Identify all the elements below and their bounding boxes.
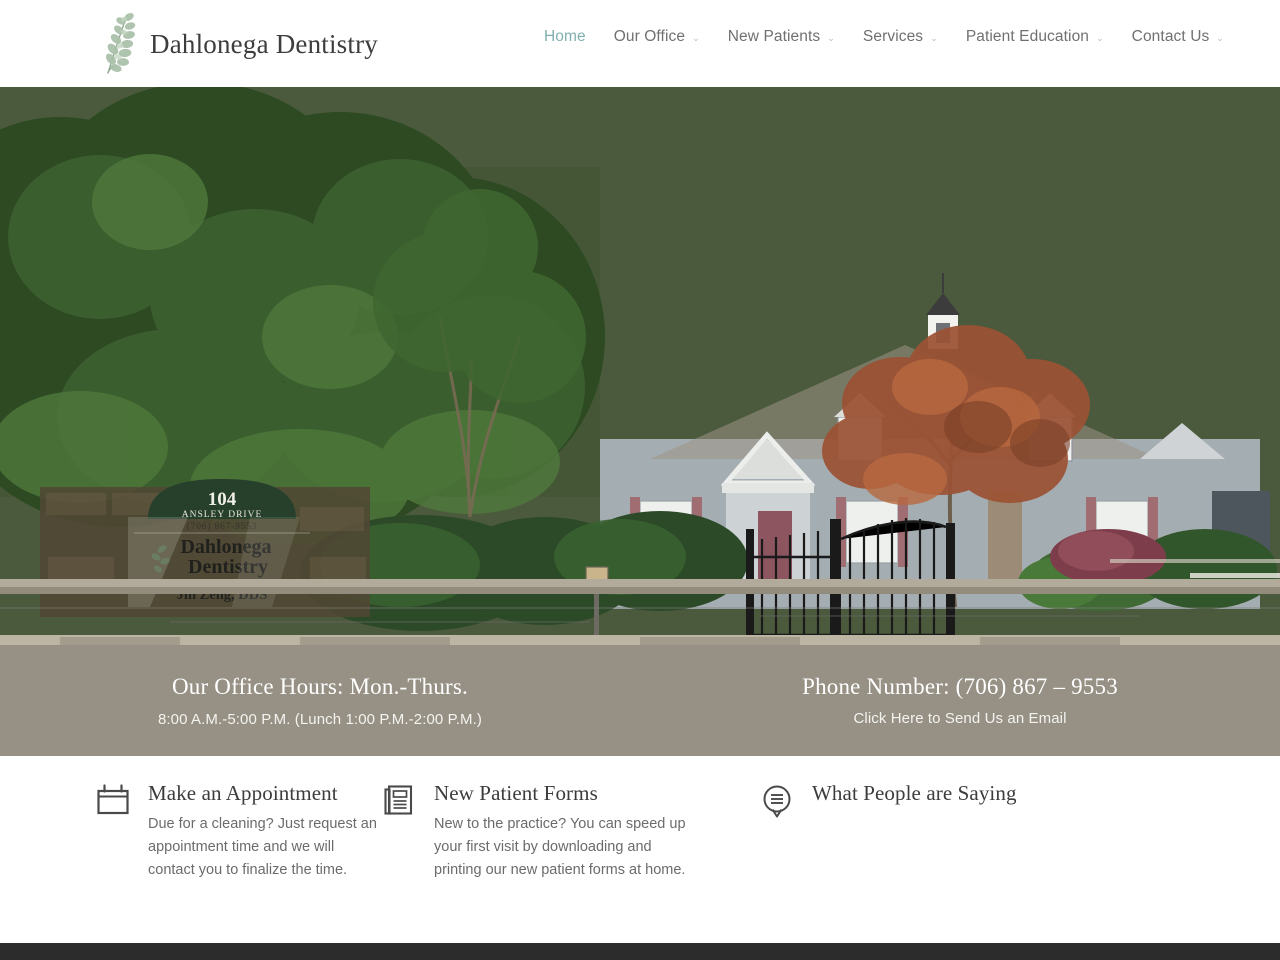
speech-bubble-icon: [760, 784, 794, 818]
leaf-branch-icon: [96, 9, 144, 79]
documents-icon: [382, 784, 416, 818]
nav-item-home[interactable]: Home: [530, 28, 600, 46]
hero-photo: 104 ANSLEY DRIVE (706) 867-9553 Dahloneg…: [0, 87, 1280, 645]
office-info-band: Our Office Hours: Mon.-Thurs. 8:00 A.M.-…: [0, 645, 1280, 756]
feature-card-testimonials[interactable]: What People are Saying: [760, 780, 1140, 943]
feature-card-new-patient-forms[interactable]: New Patient Forms New to the practice? Y…: [380, 780, 760, 943]
nav-item-patient-education[interactable]: Patient Education ⌄: [952, 28, 1118, 46]
main-navigation: Home Our Office ⌄ New Patients ⌄ Service…: [530, 28, 1238, 46]
nav-label: New Patients: [727, 28, 821, 45]
svg-text:(706) 867-9553: (706) 867-9553: [187, 521, 258, 532]
feature-title: Make an Appointment: [148, 781, 338, 805]
feature-body: New Patient Forms New to the practice? Y…: [434, 780, 760, 882]
site-logo[interactable]: Dahlonega Dentistry: [96, 8, 378, 80]
svg-text:104: 104: [208, 489, 237, 510]
feature-body: What People are Saying: [812, 780, 1140, 813]
site-header: Dahlonega Dentistry Home Our Office ⌄ Ne…: [0, 0, 1280, 87]
chevron-down-icon: ⌄: [930, 32, 938, 43]
nav-item-contact-us[interactable]: Contact Us ⌄: [1118, 28, 1238, 46]
hero-banner: 104 ANSLEY DRIVE (706) 867-9553 Dahloneg…: [0, 87, 1280, 645]
site-footer: [0, 943, 1280, 960]
feature-body: Make an Appointment Due for a cleaning? …: [148, 780, 380, 882]
phone-column: Phone Number: (706) 867 – 9553 Click Her…: [640, 673, 1280, 729]
phone-number-heading: Phone Number: (706) 867 – 9553: [802, 673, 1118, 699]
chevron-down-icon: ⌄: [692, 32, 700, 43]
feature-title: What People are Saying: [812, 781, 1017, 805]
nav-label: Home: [543, 28, 586, 45]
office-hours-detail: 8:00 A.M.-5:00 P.M. (Lunch 1:00 P.M.-2:0…: [157, 710, 483, 728]
feature-title: New Patient Forms: [434, 781, 598, 805]
calendar-icon: [96, 784, 130, 818]
nav-label: Our Office: [613, 28, 686, 45]
feature-text: Due for a cleaning? Just request an appo…: [148, 816, 377, 879]
nav-item-our-office[interactable]: Our Office ⌄: [600, 28, 714, 46]
office-hours-column: Our Office Hours: Mon.-Thurs. 8:00 A.M.-…: [0, 673, 640, 728]
nav-label: Services: [862, 28, 924, 45]
nav-item-services[interactable]: Services ⌄: [849, 28, 952, 46]
send-email-link[interactable]: Click Here to Send Us an Email: [853, 710, 1066, 727]
office-hours-heading: Our Office Hours: Mon.-Thurs.: [171, 674, 469, 700]
chevron-down-icon: ⌄: [1216, 32, 1224, 43]
feature-cards: Make an Appointment Due for a cleaning? …: [0, 756, 1280, 943]
feature-card-appointment[interactable]: Make an Appointment Due for a cleaning? …: [0, 780, 380, 943]
feature-text: New to the practice? You can speed up yo…: [434, 816, 686, 879]
nav-label: Patient Education: [965, 28, 1090, 45]
chevron-down-icon: ⌄: [1096, 32, 1104, 43]
chevron-down-icon: ⌄: [827, 32, 835, 43]
logo-wordmark: Dahlonega Dentistry: [150, 28, 378, 59]
nav-label: Contact Us: [1131, 28, 1210, 45]
nav-item-new-patients[interactable]: New Patients ⌄: [714, 28, 849, 46]
